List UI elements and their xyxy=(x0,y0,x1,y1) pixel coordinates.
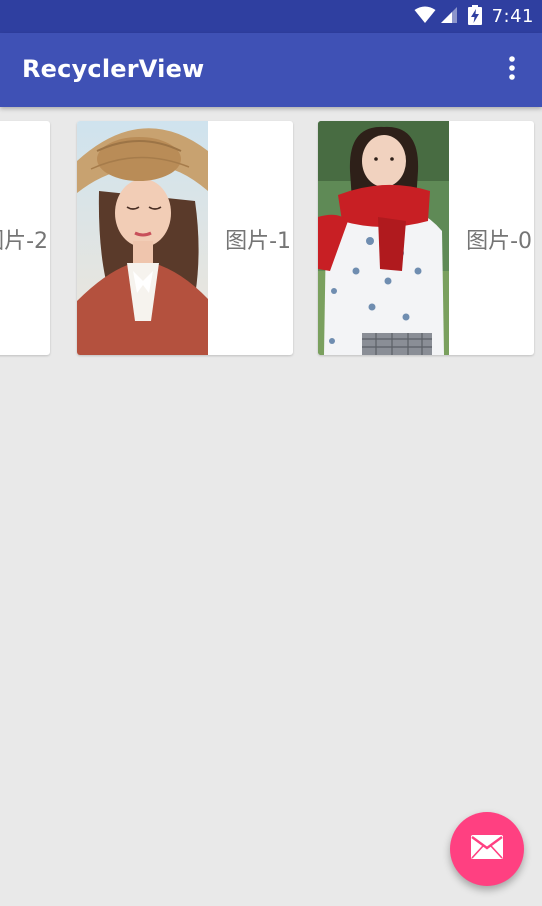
app-title: RecyclerView xyxy=(22,55,205,83)
app-bar: RecyclerView xyxy=(0,33,542,107)
wifi-icon xyxy=(414,6,436,28)
status-time: 7:41 xyxy=(491,6,534,27)
overflow-menu-button[interactable] xyxy=(494,50,530,90)
girl-with-red-scarf-photo xyxy=(318,121,449,355)
battery-charging-icon xyxy=(467,4,482,29)
status-bar: 7:41 xyxy=(0,0,542,33)
list-item[interactable]: 图片-2 xyxy=(0,121,50,355)
girl-in-straw-hat-photo xyxy=(77,121,208,355)
recycler-list[interactable]: 图片-2 xyxy=(0,107,542,377)
list-item[interactable]: 图片-1 xyxy=(77,121,293,355)
item-label: 图片-1 xyxy=(225,229,291,254)
item-label: 图片-0 xyxy=(466,229,532,254)
email-fab-button[interactable] xyxy=(450,812,524,886)
signal-icon xyxy=(440,6,458,28)
list-item[interactable]: 图片-0 xyxy=(318,121,534,355)
email-icon xyxy=(471,835,503,863)
item-label: 图片-2 xyxy=(0,229,48,254)
more-vert-icon xyxy=(508,56,516,84)
status-icons: 7:41 xyxy=(414,0,534,33)
